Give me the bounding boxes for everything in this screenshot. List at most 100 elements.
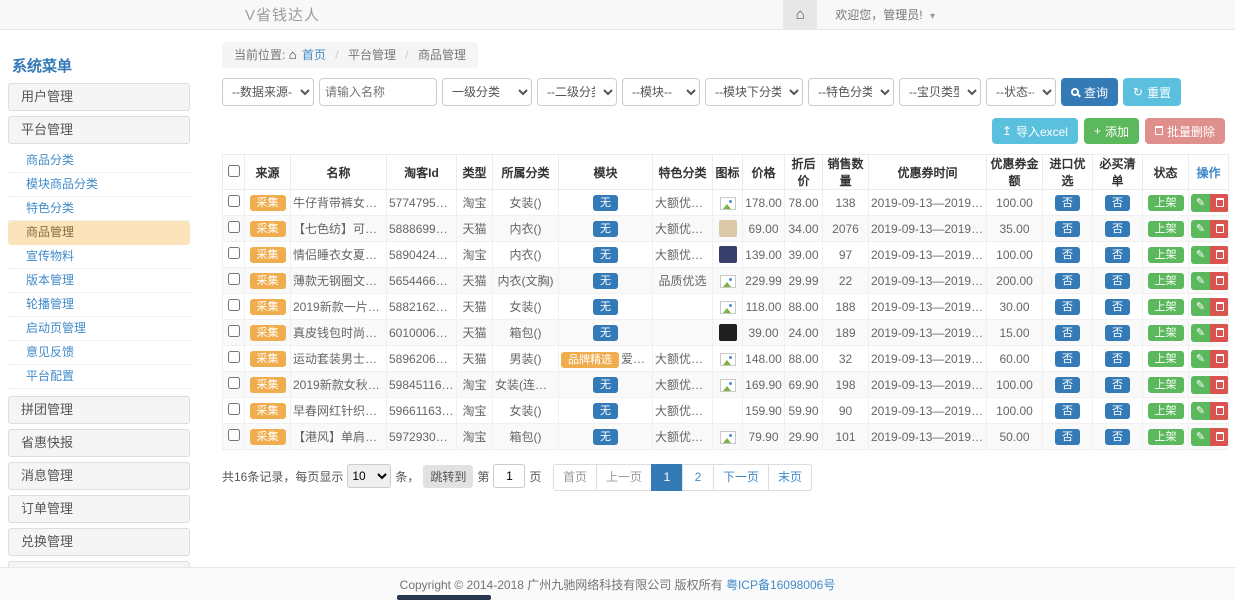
sidebar-item[interactable]: 商品分类 bbox=[8, 149, 190, 173]
name-search-input[interactable] bbox=[319, 78, 437, 106]
delete-button[interactable] bbox=[1210, 402, 1229, 420]
page-button[interactable]: 首页 bbox=[553, 464, 597, 491]
filter-select[interactable]: 一级分类 bbox=[442, 78, 532, 106]
reset-button[interactable]: ↻重置 bbox=[1123, 78, 1181, 106]
page-button[interactable]: 末页 bbox=[768, 464, 812, 491]
must-buy-toggle[interactable]: 否 bbox=[1105, 195, 1130, 211]
filter-select[interactable]: --特色分类-- bbox=[808, 78, 894, 106]
filter-select[interactable]: --二级分类-- bbox=[537, 78, 617, 106]
delete-button[interactable] bbox=[1210, 298, 1229, 316]
status-toggle[interactable]: 上架 bbox=[1148, 221, 1184, 237]
import-select-toggle[interactable]: 否 bbox=[1055, 299, 1080, 315]
edit-button[interactable]: ✎ bbox=[1191, 350, 1210, 368]
sidebar-item[interactable]: 意见反馈 bbox=[8, 341, 190, 365]
sidebar-item[interactable]: 轮播管理 bbox=[8, 293, 190, 317]
jump-page-input[interactable] bbox=[493, 464, 525, 488]
home-button[interactable]: ⌂ bbox=[783, 0, 817, 29]
row-checkbox[interactable] bbox=[228, 403, 240, 415]
import-select-toggle[interactable]: 否 bbox=[1055, 325, 1080, 341]
sidebar-item[interactable]: 模块商品分类 bbox=[8, 173, 190, 197]
select-all-checkbox[interactable] bbox=[228, 165, 240, 177]
edit-button[interactable]: ✎ bbox=[1191, 298, 1210, 316]
sidebar-item[interactable]: 启动页管理 bbox=[8, 317, 190, 341]
status-toggle[interactable]: 上架 bbox=[1148, 325, 1184, 341]
status-toggle[interactable]: 上架 bbox=[1148, 429, 1184, 445]
status-toggle[interactable]: 上架 bbox=[1148, 299, 1184, 315]
page-button[interactable]: 1 bbox=[651, 464, 683, 491]
row-checkbox[interactable] bbox=[228, 429, 240, 441]
user-menu[interactable]: 欢迎您，管理员! ▾ bbox=[835, 6, 935, 23]
row-checkbox[interactable] bbox=[228, 273, 240, 285]
row-checkbox[interactable] bbox=[228, 351, 240, 363]
sidebar-group[interactable]: 平台管理 bbox=[8, 116, 190, 144]
page-button[interactable]: 下一页 bbox=[713, 464, 769, 491]
row-checkbox[interactable] bbox=[228, 221, 240, 233]
sidebar-group[interactable]: 兑换管理 bbox=[8, 528, 190, 556]
status-toggle[interactable]: 上架 bbox=[1148, 377, 1184, 393]
icp-link[interactable]: 粤ICP备16098006号 bbox=[726, 576, 835, 593]
sidebar-group[interactable]: 消息管理 bbox=[8, 462, 190, 490]
filter-select[interactable]: --数据来源-- bbox=[222, 78, 314, 106]
import-excel-button[interactable]: ↥ 导入excel bbox=[992, 118, 1078, 144]
sidebar-item[interactable]: 版本管理 bbox=[8, 269, 190, 293]
edit-button[interactable]: ✎ bbox=[1191, 246, 1210, 264]
status-toggle[interactable]: 上架 bbox=[1148, 351, 1184, 367]
add-button[interactable]: + 添加 bbox=[1084, 118, 1139, 144]
must-buy-toggle[interactable]: 否 bbox=[1105, 299, 1130, 315]
jump-button[interactable]: 跳转到 bbox=[423, 465, 473, 488]
import-select-toggle[interactable]: 否 bbox=[1055, 351, 1080, 367]
filter-select[interactable]: --模块下分类-- bbox=[705, 78, 803, 106]
sidebar-item[interactable]: 平台配置 bbox=[8, 365, 190, 389]
must-buy-toggle[interactable]: 否 bbox=[1105, 429, 1130, 445]
sidebar-item[interactable]: 宣传物料 bbox=[8, 245, 190, 269]
row-checkbox[interactable] bbox=[228, 247, 240, 259]
sidebar-group[interactable]: 省惠快报 bbox=[8, 429, 190, 457]
breadcrumb-home-link[interactable]: 首页 bbox=[302, 48, 326, 62]
delete-button[interactable] bbox=[1210, 350, 1229, 368]
edit-button[interactable]: ✎ bbox=[1191, 428, 1210, 446]
edit-button[interactable]: ✎ bbox=[1191, 220, 1210, 238]
search-button[interactable]: 查询 bbox=[1061, 78, 1118, 106]
must-buy-toggle[interactable]: 否 bbox=[1105, 221, 1130, 237]
must-buy-toggle[interactable]: 否 bbox=[1105, 377, 1130, 393]
status-toggle[interactable]: 上架 bbox=[1148, 273, 1184, 289]
import-select-toggle[interactable]: 否 bbox=[1055, 429, 1080, 445]
status-toggle[interactable]: 上架 bbox=[1148, 403, 1184, 419]
sidebar-item[interactable]: 商品管理 bbox=[8, 221, 190, 245]
sidebar-group[interactable]: 用户管理 bbox=[8, 83, 190, 111]
sidebar-item[interactable]: 特色分类 bbox=[8, 197, 190, 221]
edit-button[interactable]: ✎ bbox=[1191, 324, 1210, 342]
import-select-toggle[interactable]: 否 bbox=[1055, 377, 1080, 393]
row-checkbox[interactable] bbox=[228, 377, 240, 389]
batch-delete-button[interactable]: 批量删除 bbox=[1145, 118, 1225, 144]
filter-select[interactable]: --模块-- bbox=[622, 78, 700, 106]
import-select-toggle[interactable]: 否 bbox=[1055, 195, 1080, 211]
import-select-toggle[interactable]: 否 bbox=[1055, 221, 1080, 237]
must-buy-toggle[interactable]: 否 bbox=[1105, 325, 1130, 341]
row-checkbox[interactable] bbox=[228, 325, 240, 337]
per-page-select[interactable]: 10 bbox=[347, 464, 391, 488]
page-button[interactable]: 2 bbox=[682, 464, 714, 491]
edit-button[interactable]: ✎ bbox=[1191, 194, 1210, 212]
delete-button[interactable] bbox=[1210, 194, 1229, 212]
delete-button[interactable] bbox=[1210, 220, 1229, 238]
delete-button[interactable] bbox=[1210, 428, 1229, 446]
sidebar-group[interactable]: 拼团管理 bbox=[8, 396, 190, 424]
filter-select[interactable]: --宝贝类型-- bbox=[899, 78, 981, 106]
import-select-toggle[interactable]: 否 bbox=[1055, 273, 1080, 289]
import-select-toggle[interactable]: 否 bbox=[1055, 403, 1080, 419]
edit-button[interactable]: ✎ bbox=[1191, 376, 1210, 394]
delete-button[interactable] bbox=[1210, 324, 1229, 342]
horizontal-scrollbar-thumb[interactable] bbox=[397, 595, 491, 600]
must-buy-toggle[interactable]: 否 bbox=[1105, 351, 1130, 367]
status-toggle[interactable]: 上架 bbox=[1148, 195, 1184, 211]
edit-button[interactable]: ✎ bbox=[1191, 402, 1210, 420]
status-toggle[interactable]: 上架 bbox=[1148, 247, 1184, 263]
must-buy-toggle[interactable]: 否 bbox=[1105, 247, 1130, 263]
must-buy-toggle[interactable]: 否 bbox=[1105, 273, 1130, 289]
sidebar-group[interactable]: 订单管理 bbox=[8, 495, 190, 523]
delete-button[interactable] bbox=[1210, 376, 1229, 394]
must-buy-toggle[interactable]: 否 bbox=[1105, 403, 1130, 419]
delete-button[interactable] bbox=[1210, 246, 1229, 264]
page-button[interactable]: 上一页 bbox=[596, 464, 652, 491]
